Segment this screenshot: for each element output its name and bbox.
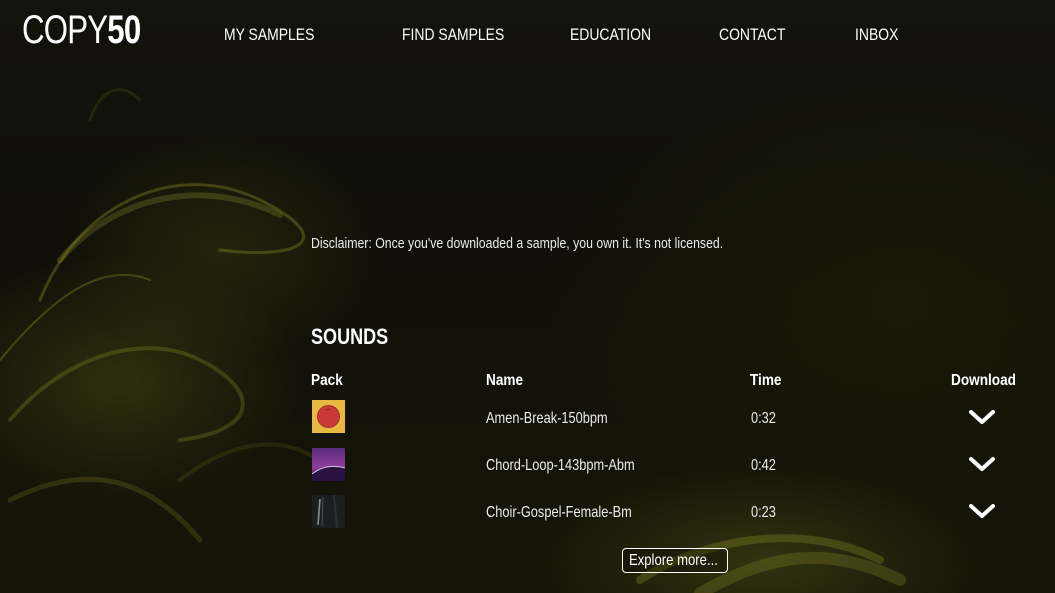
chevron-down-icon[interactable] [966, 501, 998, 523]
page: COPY50 MY SAMPLES FIND SAMPLES EDUCATION… [0, 0, 1055, 593]
nav-inbox[interactable]: INBOX [855, 25, 898, 45]
column-header-name: Name [486, 372, 524, 389]
explore-more-label: Explore more... [628, 552, 718, 569]
nav-my-samples[interactable]: MY SAMPLES [224, 25, 314, 45]
pack-artwork-icon[interactable] [312, 495, 345, 528]
sample-time: 0:23 [751, 504, 776, 521]
logo[interactable]: COPY50 [22, 8, 141, 52]
chevron-down-icon[interactable] [966, 454, 998, 476]
nav-contact[interactable]: CONTACT [719, 25, 785, 45]
sample-name[interactable]: Chord-Loop-143bpm-Abm [486, 456, 635, 475]
explore-more-button[interactable]: Explore more... [622, 548, 728, 573]
sounds-heading: SOUNDS [311, 324, 389, 349]
sample-name[interactable]: Amen-Break-150bpm [486, 409, 608, 428]
sample-time: 0:42 [751, 457, 776, 474]
logo-light-text: COPY [22, 8, 108, 52]
column-header-time: Time [750, 372, 782, 389]
pack-artwork-icon[interactable] [312, 400, 345, 433]
sample-time: 0:32 [751, 410, 776, 427]
disclaimer-text: Disclaimer: Once you've downloaded a sam… [311, 235, 724, 252]
pack-artwork-icon[interactable] [312, 448, 345, 481]
chevron-down-icon[interactable] [966, 407, 998, 429]
nav-find-samples[interactable]: FIND SAMPLES [402, 25, 504, 45]
logo-bold-text: 50 [107, 8, 141, 52]
nav-education[interactable]: EDUCATION [570, 25, 651, 45]
column-header-pack: Pack [311, 372, 343, 389]
sample-name[interactable]: Choir-Gospel-Female-Bm [486, 503, 632, 522]
column-header-download: Download [951, 372, 1016, 389]
